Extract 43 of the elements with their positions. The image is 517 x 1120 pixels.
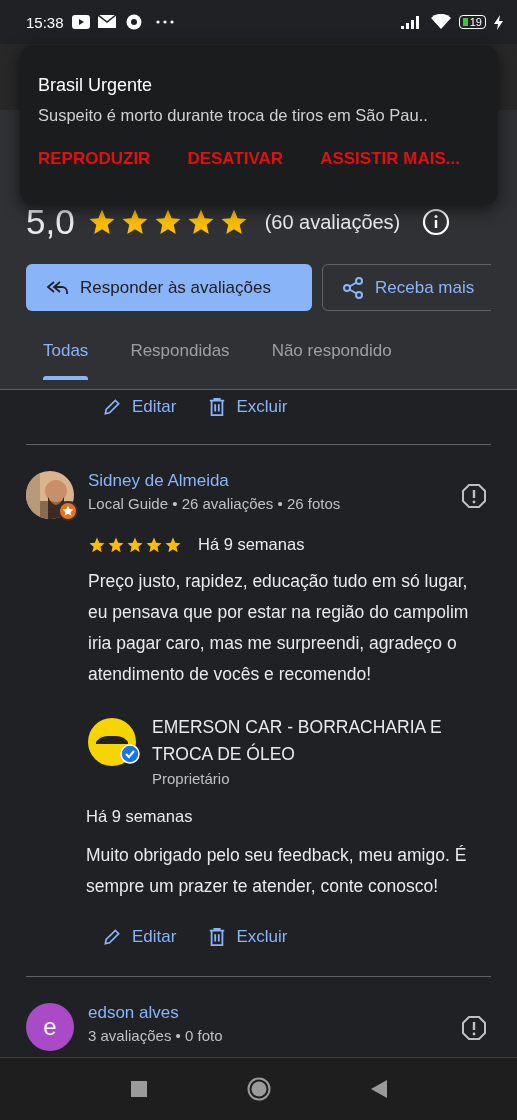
review-text: Preço justo, rapidez, educação tudo em só lugar, eu pensava que por estar na região do campolim iria pagar caro, mas me surpreendi, agradeço o atendimento de vocês e recomendo! <box>88 570 470 686</box>
edit-button[interactable]: Editar <box>102 927 177 947</box>
average-rating: 5,0 <box>26 202 75 242</box>
pencil-icon <box>102 397 122 417</box>
battery-icon: 19 <box>458 15 486 29</box>
reviewer-name[interactable]: edson alves <box>88 1003 179 1022</box>
owner-label: Proprietário <box>152 770 231 787</box>
reply-time: Há 9 semanas <box>86 807 194 826</box>
browser-icon <box>125 14 142 30</box>
trash-icon <box>208 397 227 417</box>
reviewer-meta: 3 avaliações • 0 foto <box>88 1027 223 1044</box>
delete-button[interactable]: Excluir <box>208 927 288 947</box>
share-icon <box>343 276 363 299</box>
reply-all-icon <box>46 279 68 296</box>
filter-tab[interactable]: Respondidas <box>109 333 251 380</box>
reply-text: Muito obrigado pelo seu feedback, meu amigo. É sempre um prazer te atender, conte conosco! <box>86 844 468 898</box>
review-time: Há 9 semanas <box>198 535 305 554</box>
mail-icon <box>97 15 118 29</box>
business-name: EMERSON CAR - BORRACHARIA E TROCA DE ÓLEO <box>152 716 443 766</box>
report-icon[interactable] <box>461 1015 487 1041</box>
edit-button[interactable]: Editar <box>102 397 177 417</box>
reviewer-name[interactable]: Sidney de Almeida <box>88 471 229 490</box>
filter-tab[interactable]: Todas <box>22 333 110 380</box>
filter-tab[interactable]: Não respondido <box>250 333 413 380</box>
pencil-icon <box>102 927 122 947</box>
review-count: (60 avaliações) <box>264 210 401 234</box>
video-icon <box>71 15 90 29</box>
notification-title: Brasil Urgente <box>38 75 154 96</box>
delete-button[interactable]: Excluir <box>208 397 288 417</box>
notification-text: Suspeito é morto durante troca de tiros em São Pau.. <box>38 106 429 125</box>
report-icon[interactable] <box>461 483 487 509</box>
recents-icon[interactable] <box>130 1081 147 1097</box>
info-icon[interactable] <box>422 208 451 236</box>
home-icon[interactable] <box>246 1077 271 1101</box>
reply-button[interactable]: Responder às avaliações <box>26 264 312 311</box>
clock: 15:38 <box>26 13 64 31</box>
reviewer-meta: Local Guide • 26 avaliações • 26 fotos <box>88 495 341 512</box>
wifi-icon <box>430 14 451 30</box>
avatar: e <box>26 1003 74 1051</box>
trash-icon <box>208 927 227 947</box>
share-button[interactable]: Receba mais <box>322 264 491 311</box>
more-icon <box>155 20 174 24</box>
back-icon[interactable] <box>370 1080 387 1098</box>
